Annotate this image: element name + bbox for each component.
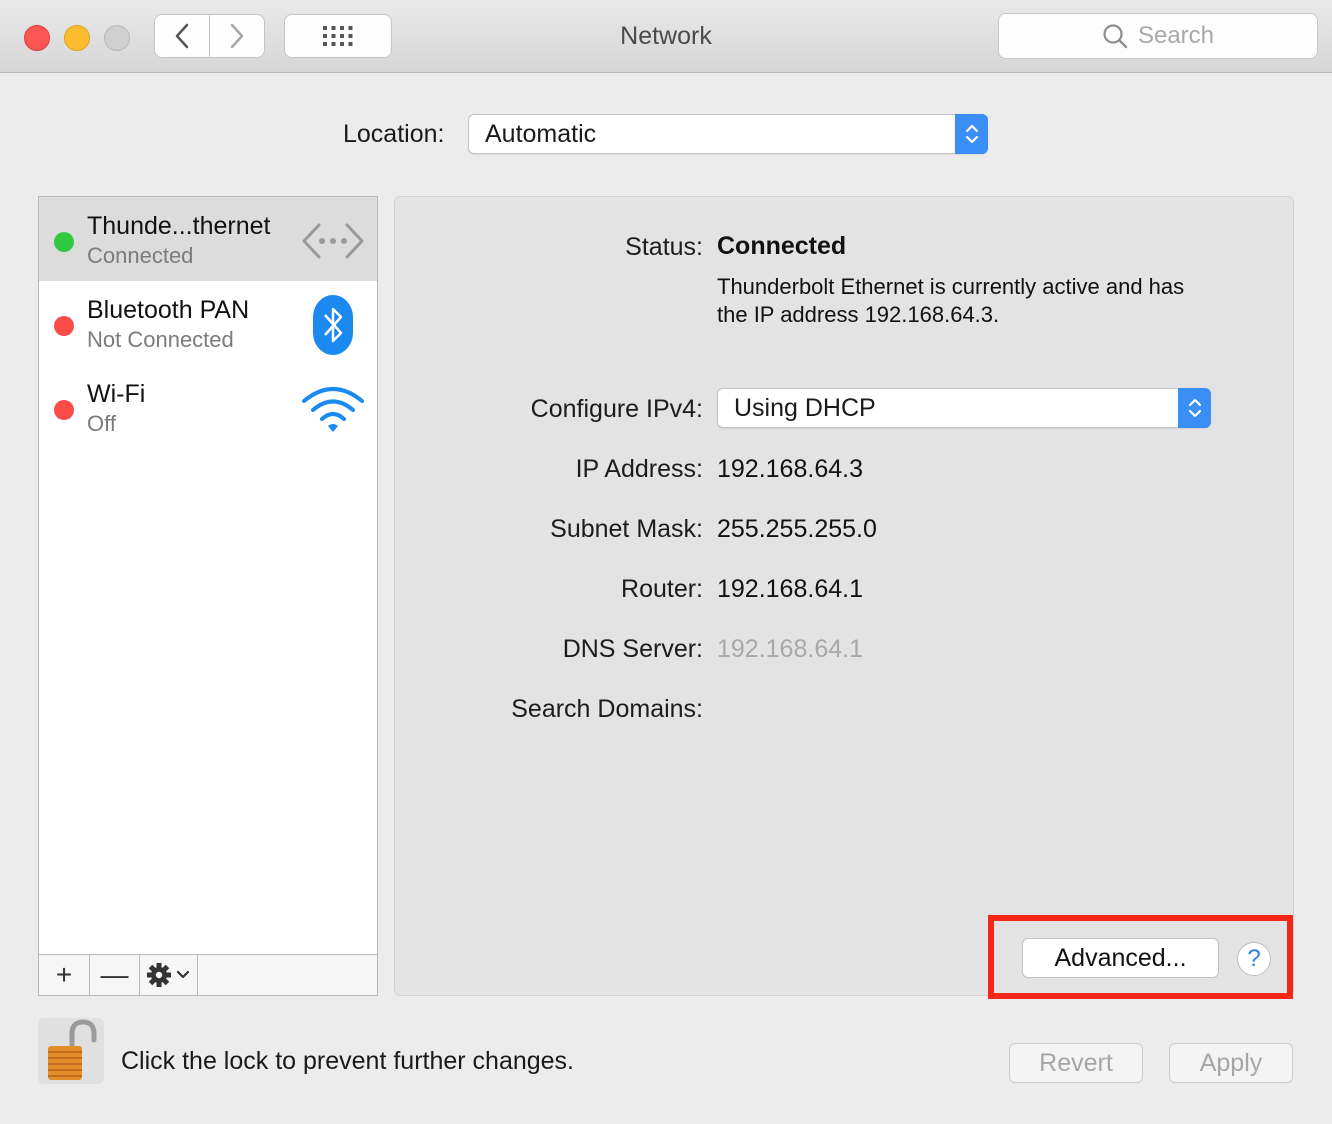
status-dot	[54, 316, 74, 336]
remove-service-button[interactable]: —	[90, 955, 140, 995]
ip-address-label: IP Address:	[575, 455, 703, 483]
advanced-button[interactable]: Advanced...	[1022, 938, 1219, 978]
network-preferences-window: Network Search Location: Automatic Thund…	[0, 0, 1332, 1124]
chevron-down-icon	[176, 970, 189, 979]
unlocked-padlock-icon	[48, 1019, 97, 1080]
service-list-toolbar: + —	[39, 954, 377, 995]
status-label: Status:	[625, 233, 703, 261]
location-label: Location:	[343, 120, 445, 148]
service-status: Off	[87, 411, 116, 436]
wifi-icon	[302, 387, 364, 432]
service-list: Thunde...thernet Connected Bluetooth PAN…	[38, 196, 378, 996]
service-detail-panel: Status: Connected Thunderbolt Ethernet i…	[394, 196, 1294, 996]
status-dot	[54, 232, 74, 252]
service-name: Bluetooth PAN	[87, 296, 250, 324]
revert-button[interactable]: Revert	[1009, 1043, 1143, 1083]
search-placeholder: Search	[1137, 22, 1215, 49]
status-value: Connected	[717, 232, 847, 260]
service-item-wifi[interactable]: Wi-Fi Off	[39, 365, 377, 449]
location-value: Automatic	[485, 120, 597, 148]
router-label: Router:	[621, 575, 703, 603]
search-field[interactable]: Search	[998, 13, 1318, 59]
popup-arrows-icon	[1178, 388, 1211, 428]
service-actions-button[interactable]	[140, 955, 198, 995]
popup-arrows-icon	[955, 114, 988, 154]
service-name: Thunde...thernet	[87, 212, 271, 240]
bluetooth-icon	[313, 295, 353, 355]
gear-icon	[146, 963, 189, 987]
location-popup[interactable]: Automatic	[468, 114, 988, 154]
subnet-mask-value: 255.255.255.0	[717, 515, 877, 543]
ip-address-value: 192.168.64.3	[717, 455, 863, 483]
search-domains-label: Search Domains:	[511, 695, 703, 723]
configure-ipv4-popup[interactable]: Using DHCP	[717, 388, 1211, 428]
status-dot	[54, 400, 74, 420]
configure-ipv4-value: Using DHCP	[734, 394, 876, 422]
lock-button[interactable]	[38, 1018, 104, 1084]
service-item-bluetooth-pan[interactable]: Bluetooth PAN Not Connected	[39, 281, 377, 365]
service-name: Wi-Fi	[87, 380, 146, 408]
service-status: Connected	[87, 243, 194, 268]
router-value: 192.168.64.1	[717, 575, 863, 603]
service-item-thunderbolt-ethernet[interactable]: Thunde...thernet Connected	[39, 197, 377, 281]
dns-server-value: 192.168.64.1	[717, 635, 863, 663]
ethernet-icon	[302, 223, 364, 259]
search-icon	[1103, 24, 1128, 49]
service-status: Not Connected	[87, 327, 234, 352]
lock-message: Click the lock to prevent further change…	[121, 1047, 575, 1075]
configure-ipv4-label: Configure IPv4:	[530, 395, 703, 423]
dns-server-label: DNS Server:	[562, 635, 703, 663]
help-button[interactable]: ?	[1237, 942, 1271, 976]
add-service-button[interactable]: +	[39, 955, 90, 995]
status-description: Thunderbolt Ethernet is currently active…	[717, 274, 1185, 327]
apply-button[interactable]: Apply	[1169, 1043, 1293, 1083]
title-bar: Network Search	[0, 0, 1332, 73]
subnet-mask-label: Subnet Mask:	[550, 515, 703, 543]
